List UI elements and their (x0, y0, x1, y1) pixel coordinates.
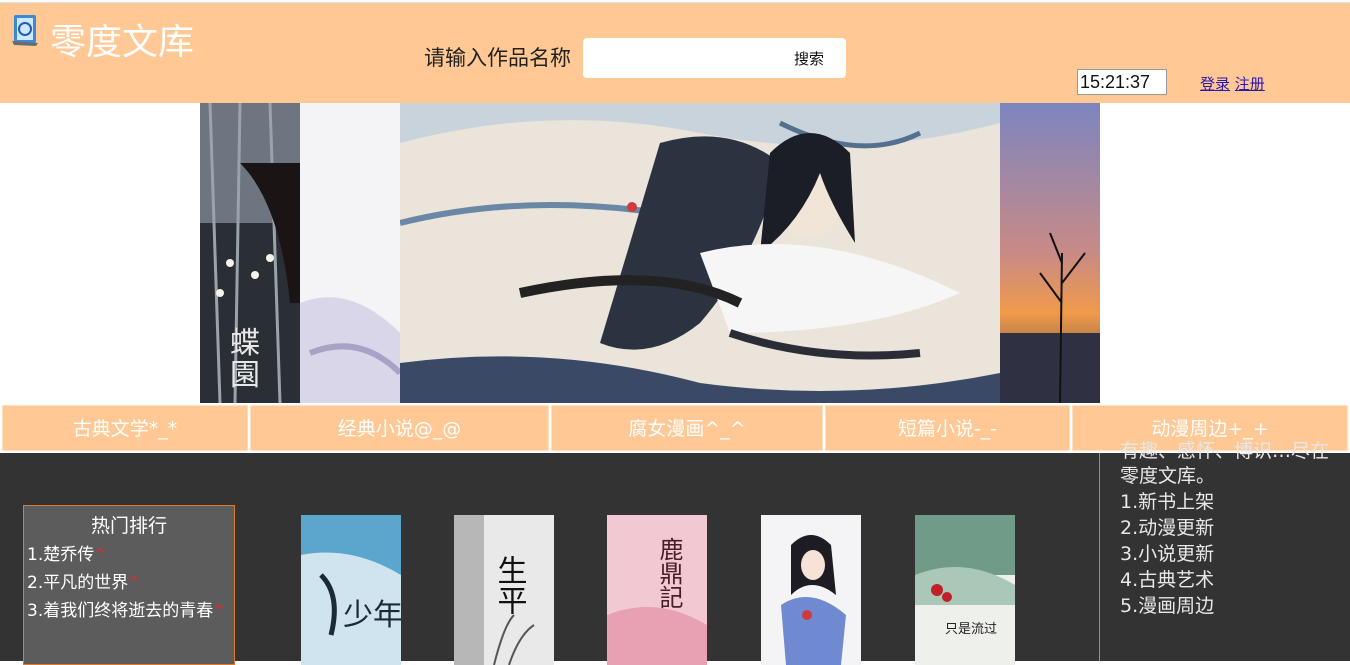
banner-slide-left2-image (300, 103, 400, 403)
auth-links: 登录 注册 (1200, 73, 1265, 94)
book-logo-icon (12, 15, 38, 46)
book-cover-portrait[interactable] (761, 515, 861, 665)
sidebar-intro: 零度文库。 (1120, 465, 1216, 487)
banner-slide-left-image: 蝶 園 (200, 103, 300, 403)
hot-mark-icon: ^ (128, 575, 140, 591)
header: 零度文库 请输入作品名称 搜索 15:21:37 登录 注册 (0, 2, 1350, 103)
book-cover-title: 只是流过 (945, 622, 997, 637)
banner-carousel[interactable]: 蝶 園 (200, 103, 1100, 403)
book-cover-title: 鹿鼎記 (655, 537, 683, 609)
hot-ranking-title: 热门排行 (90, 515, 167, 537)
hot-ranking-panel: 热门排行 1.楚乔传^ 2.平凡的世界^ 3.着我们终将逝去的青春^ (23, 505, 235, 665)
sidebar-intro-partial: 有趣、感怀、博识…尽在 (1120, 440, 1330, 462)
banner-left-caption: 蝶 (230, 326, 260, 361)
hot-item-label: 1.楚乔传 (27, 545, 95, 565)
search-button[interactable]: 搜索 (779, 44, 839, 72)
book-cover-shaonian[interactable]: 少年 (301, 515, 401, 665)
nav-item-classic-novels[interactable]: 经典小说@_@ (250, 405, 549, 451)
hot-mark-icon: ^ (213, 603, 225, 619)
banner-slide-right-image (1000, 103, 1100, 403)
login-link[interactable]: 登录 (1200, 75, 1230, 93)
search-box: 搜索 (583, 38, 846, 78)
book-cover-title: 生平 (492, 555, 527, 615)
main-content: 热门排行 1.楚乔传^ 2.平凡的世界^ 3.着我们终将逝去的青春^ 少年 生平… (0, 440, 1350, 665)
site-title: 零度文库 (50, 22, 195, 63)
sidebar-item-new-books[interactable]: 1.新书上架 (1120, 489, 1215, 515)
nav-item-short-stories[interactable]: 短篇小说-_- (825, 405, 1070, 451)
hot-item-label: 2.平凡的世界 (27, 573, 129, 593)
clock-display: 15:21:37 (1077, 69, 1167, 95)
hot-ranking-item[interactable]: 2.平凡的世界^ (24, 570, 234, 596)
sidebar-list: 零度文库。 1.新书上架 2.动漫更新 3.小说更新 4.古典艺术 5.漫画周边 (1120, 463, 1215, 619)
search-label: 请输入作品名称 (424, 46, 571, 70)
book-cover-ludingji[interactable]: 鹿鼎記 (607, 515, 707, 665)
hot-ranking-item[interactable]: 3.着我们终将逝去的青春^ (24, 598, 234, 624)
book-cover-zhishi[interactable]: 只是流过 (915, 515, 1015, 665)
nav-item-classical[interactable]: 古典文学*_* (2, 405, 248, 451)
hot-mark-icon: ^ (94, 547, 106, 563)
sidebar-item-classical-art[interactable]: 4.古典艺术 (1120, 567, 1215, 593)
svg-text:園: 園 (230, 358, 260, 393)
sidebar-item-novel-updates[interactable]: 3.小说更新 (1120, 541, 1215, 567)
banner-slide-main-image (400, 103, 1000, 403)
search-input[interactable] (589, 43, 773, 73)
hot-ranking-item[interactable]: 1.楚乔传^ (24, 542, 234, 568)
nav-item-bl-comics[interactable]: 腐女漫画^_^ (551, 405, 823, 451)
sidebar-item-anime-updates[interactable]: 2.动漫更新 (1120, 515, 1215, 541)
hot-item-label: 3.着我们终将逝去的青春 (27, 601, 214, 621)
book-cover-shengping[interactable]: 生平 (454, 515, 554, 665)
register-link[interactable]: 注册 (1235, 75, 1265, 93)
sidebar-info: 有趣、感怀、博识…尽在 零度文库。 1.新书上架 2.动漫更新 3.小说更新 4… (1099, 440, 1350, 661)
book-cover-title: 少年 (343, 598, 401, 633)
sidebar-item-comic-merch[interactable]: 5.漫画周边 (1120, 593, 1215, 619)
